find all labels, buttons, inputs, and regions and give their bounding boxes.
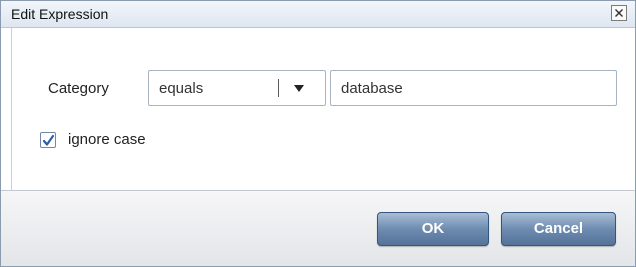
checkmark-icon bbox=[42, 134, 55, 146]
close-icon bbox=[615, 9, 623, 17]
operator-selected-value: equals bbox=[159, 80, 204, 97]
expression-value-input[interactable] bbox=[330, 70, 617, 106]
dropdown-arrow-icon[interactable] bbox=[293, 84, 305, 93]
operator-select[interactable]: equals bbox=[148, 70, 326, 106]
close-button[interactable] bbox=[611, 5, 627, 21]
dialog-title: Edit Expression bbox=[11, 6, 109, 22]
ignore-case-label[interactable]: ignore case bbox=[68, 131, 146, 148]
category-label: Category bbox=[48, 80, 109, 97]
select-divider bbox=[278, 79, 279, 97]
edit-expression-dialog: Edit Expression Category equals ignore c… bbox=[0, 0, 636, 267]
cancel-button[interactable]: Cancel bbox=[501, 212, 616, 246]
dialog-body: Category equals ignore case bbox=[11, 28, 635, 190]
dialog-footer: OK Cancel bbox=[1, 190, 635, 266]
ok-button[interactable]: OK bbox=[377, 212, 489, 246]
ignore-case-checkbox[interactable] bbox=[40, 132, 56, 148]
dialog-titlebar: Edit Expression bbox=[1, 1, 635, 28]
